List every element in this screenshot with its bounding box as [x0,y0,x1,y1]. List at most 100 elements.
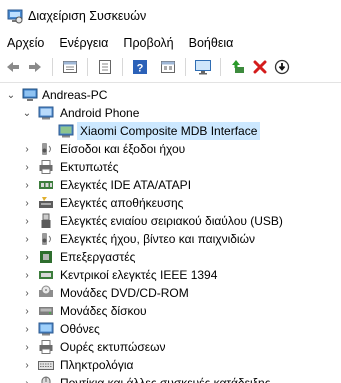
forward-arrow-icon [29,62,41,72]
category-label: Ελεγκτές ήχου, βίντεο και παιχνιδιών [60,232,255,246]
chevron-down-icon[interactable]: ⌄ [6,86,16,104]
chevron-right-icon[interactable]: › [22,338,32,356]
toolbar-separator [220,58,221,76]
chevron-right-icon[interactable]: › [22,320,32,338]
tree-node-printers[interactable]: › Εκτυπωτές [0,158,341,176]
category-label: Ελεγκτές IDE ATA/ATAPI [60,178,192,192]
help-button[interactable]: ? [129,56,151,78]
show-hidden-icon [99,60,111,74]
scan-hardware-button[interactable] [192,56,214,78]
chevron-down-icon[interactable]: ⌄ [22,104,32,122]
chevron-right-icon[interactable]: › [22,302,32,320]
tree-node-sound-video-game[interactable]: › Ελεγκτές ήχου, βίντεο και παιχνιδιών [0,230,341,248]
toolbar-separator [122,58,123,76]
device-manager-icon [7,9,23,24]
chevron-right-icon[interactable]: › [22,248,32,266]
toolbar-separator [185,58,186,76]
category-label: Μονάδες δίσκου [60,304,147,318]
scan-monitor-icon [195,60,211,75]
category-label: Εκτυπωτές [60,160,119,174]
show-hidden-button[interactable] [94,56,116,78]
category-label: Κεντρικοί ελεγκτές IEEE 1394 [60,268,218,282]
tree-node-print-queues[interactable]: › Ουρές εκτυπώσεων [0,338,341,356]
menu-file[interactable]: Αρχείο [0,33,52,53]
processor-icon [40,251,52,263]
category-label: Ουρές εκτυπώσεων [60,340,166,354]
tree-node-ieee1394[interactable]: › Κεντρικοί ελεγκτές IEEE 1394 [0,266,341,284]
tree-node-ide-controllers[interactable]: › Ελεγκτές IDE ATA/ATAPI [0,176,341,194]
print-queue-icon [39,340,53,354]
dvd-drive-icon [39,285,53,297]
chevron-right-icon[interactable]: › [22,194,32,212]
tree-node-storage-controllers[interactable]: › Ελεγκτές αποθήκευσης [0,194,341,212]
printer-icon [39,160,53,174]
device-interface-icon [58,124,74,138]
device-tree: ⌄ Andreas-PC ⌄ Android Phone Xiaomi Comp… [0,82,341,383]
forward-button[interactable] [24,56,46,78]
tree-node-monitors[interactable]: › Οθόνες [0,320,341,338]
category-label: Οθόνες [60,322,100,336]
help-icon: ? [133,60,147,75]
chevron-right-icon[interactable]: › [22,176,32,194]
mouse-icon [41,376,51,383]
properties-button[interactable] [59,56,81,78]
category-label: Ποντίκια και άλλες συσκευές κατάδειξης [60,376,271,383]
properties-grid-icon [63,61,77,73]
tree-node-processors[interactable]: › Επεξεργαστές [0,248,341,266]
chevron-right-icon[interactable]: › [22,266,32,284]
category-label: Ελεγκτές ενιαίου σειριακού διαύλου (USB) [60,214,283,228]
category-label: Είσοδοι και έξοδοι ήχου [60,142,186,156]
chevron-right-icon[interactable]: › [22,140,32,158]
tree-root[interactable]: ⌄ Andreas-PC [0,86,341,104]
tree-node-audio-io[interactable]: › Είσοδοι και έξοδοι ήχου [0,140,341,158]
usb-icon [41,213,51,228]
uninstall-x-icon [253,60,267,74]
ieee1394-icon [39,271,53,279]
menu-help[interactable]: Βοήθεια [182,33,242,53]
disable-device-icon [274,59,290,75]
toolbar-separator [87,58,88,76]
disable-button[interactable] [271,56,293,78]
tree-node-mice[interactable]: › Ποντίκια και άλλες συσκευές κατάδειξης [0,374,341,383]
disk-drive-icon [39,307,53,315]
chevron-right-icon[interactable]: › [22,284,32,302]
tree-node-xiaomi-interface[interactable]: Xiaomi Composite MDB Interface [0,122,341,140]
svg-text:?: ? [137,63,144,75]
android-phone-icon [38,106,54,120]
uninstall-button[interactable] [249,56,271,78]
storage-controller-icon [39,197,53,208]
tree-node-disk-drives[interactable]: › Μονάδες δίσκου [0,302,341,320]
menu-view[interactable]: Προβολή [116,33,181,53]
chevron-right-icon[interactable]: › [22,212,32,230]
title-bar: Διαχείριση Συσκευών [0,0,341,32]
chevron-right-icon[interactable]: › [22,374,32,383]
back-button[interactable] [2,56,24,78]
category-label: Πληκτρολόγια [60,358,134,372]
toolbar: ? [0,55,341,79]
tree-node-keyboards[interactable]: › Πληκτρολόγια [0,356,341,374]
keyboard-icon [38,361,54,370]
chevron-right-icon[interactable]: › [22,158,32,176]
action-grid-icon [161,61,175,73]
ide-controller-icon [39,181,53,189]
tree-node-android-phone[interactable]: ⌄ Android Phone [0,104,341,122]
menu-bar: Αρχείο Ενέργεια Προβολή Βοήθεια [0,33,341,53]
category-label: Ελεγκτές αποθήκευσης [60,196,184,210]
chevron-right-icon[interactable]: › [22,356,32,374]
window-title: Διαχείριση Συσκευών [28,9,147,23]
menu-action[interactable]: Ενέργεια [52,33,116,53]
update-driver-icon [232,60,244,73]
action-button[interactable] [157,56,179,78]
tree-node-usb-controllers[interactable]: › Ελεγκτές ενιαίου σειριακού διαύλου (US… [0,212,341,230]
sound-card-icon [42,233,51,245]
back-arrow-icon [7,62,19,72]
computer-icon [22,88,38,101]
chevron-right-icon[interactable]: › [22,230,32,248]
update-driver-button[interactable] [227,56,249,78]
category-label: Επεξεργαστές [60,250,136,264]
tree-root-label: Andreas-PC [42,88,108,102]
android-phone-label: Android Phone [60,106,140,120]
tree-node-dvd-drives[interactable]: › Μονάδες DVD/CD-ROM [0,284,341,302]
toolbar-separator [52,58,53,76]
category-label: Μονάδες DVD/CD-ROM [60,286,189,300]
